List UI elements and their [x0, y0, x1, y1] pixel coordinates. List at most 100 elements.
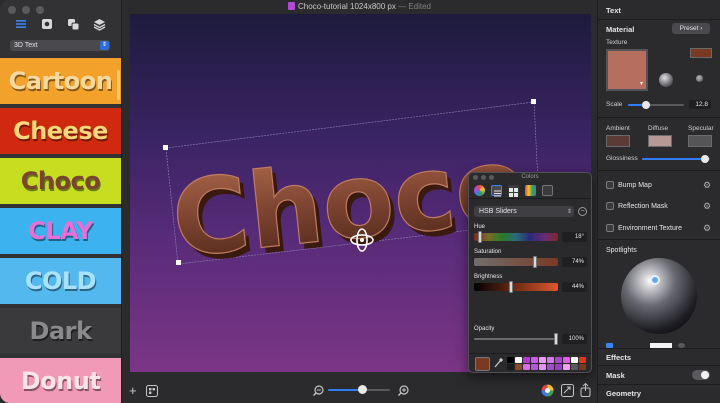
diffuse-color-swatch[interactable] [648, 135, 672, 147]
color-swatch[interactable] [563, 364, 570, 370]
colors-minimize-button[interactable] [481, 175, 486, 180]
spotlight-sphere[interactable] [621, 258, 697, 334]
zoom-out-icon[interactable] [313, 385, 324, 398]
eyedropper-icon[interactable] [494, 357, 504, 370]
style-tile-label: COLD [24, 267, 97, 295]
gear-icon[interactable]: ⚙ [703, 223, 711, 233]
pencils-tab-icon[interactable] [542, 185, 553, 196]
bump-map-checkbox[interactable] [606, 181, 614, 189]
color-swatch[interactable] [571, 364, 578, 370]
current-color-well[interactable] [475, 357, 490, 371]
brightness-slider[interactable] [474, 283, 558, 291]
preset-button[interactable]: Preset › [672, 23, 710, 34]
specular-label: Specular [688, 125, 714, 132]
colors-zoom-button[interactable] [489, 175, 494, 180]
scale-value-field[interactable]: 12.8 [689, 100, 711, 109]
style-tile[interactable]: Dark [0, 308, 121, 354]
scale-slider[interactable] [628, 101, 684, 109]
sliders-tab-icon[interactable] [491, 185, 502, 197]
color-swatch[interactable] [539, 364, 546, 370]
saturation-value-field[interactable]: 74% [562, 257, 587, 267]
color-swatch[interactable] [531, 364, 538, 370]
scale-slider-knob[interactable] [642, 101, 650, 109]
opacity-row: Opacity 100% [474, 326, 587, 345]
add-layer-button[interactable]: + [129, 384, 137, 397]
texture-well[interactable]: ▾ [606, 49, 648, 91]
environment-texture-row[interactable]: Environment Texture [606, 223, 682, 233]
gear-icon[interactable]: ⚙ [703, 201, 711, 211]
reflection-mask-row[interactable]: Reflection Mask [606, 201, 668, 211]
color-swatch[interactable] [547, 357, 554, 363]
color-wheel-tab-icon[interactable] [474, 185, 485, 196]
saturation-slider-knob[interactable] [533, 256, 537, 268]
spectrum-tab-icon[interactable] [525, 185, 536, 196]
reflection-mask-checkbox[interactable] [606, 202, 614, 210]
mask-toggle[interactable] [692, 370, 710, 380]
brightness-slider-knob[interactable] [509, 281, 513, 293]
color-wheel-icon[interactable] [541, 384, 554, 399]
glossiness-slider[interactable] [642, 155, 710, 163]
color-swatch[interactable] [571, 357, 578, 363]
color-swatch[interactable] [523, 357, 530, 363]
specular-color-swatch[interactable] [688, 135, 712, 147]
brightness-value-field[interactable]: 44% [562, 282, 587, 292]
minimize-window-button[interactable] [22, 6, 30, 14]
opacity-slider[interactable] [474, 338, 558, 340]
spotlight-handle[interactable] [650, 275, 660, 285]
color-mode-select[interactable]: HSB Sliders ⇕ [474, 206, 574, 217]
glossiness-slider-knob[interactable] [701, 155, 709, 163]
color-swatch[interactable] [547, 364, 554, 370]
style-tile[interactable]: Cheese [0, 108, 121, 154]
divider [598, 170, 720, 171]
saturation-slider[interactable] [474, 258, 558, 266]
color-swatch[interactable] [523, 364, 530, 370]
opacity-slider-knob[interactable] [554, 333, 558, 345]
title-bar: Choco-tutorial 1024x800 px — Edited [122, 0, 597, 14]
sidebar-scrollbar[interactable] [117, 70, 120, 100]
opacity-value-field[interactable]: 100% [562, 334, 587, 344]
hue-slider-knob[interactable] [478, 231, 482, 243]
color-swatch[interactable] [507, 357, 514, 363]
colors-close-button[interactable] [473, 175, 478, 180]
gear-icon[interactable] [40, 17, 54, 31]
selection-handle-tl[interactable] [163, 145, 168, 150]
share-icon[interactable] [580, 382, 591, 399]
texture-color-swatch[interactable] [690, 48, 712, 58]
remove-mode-button[interactable]: − [578, 207, 587, 216]
color-swatch[interactable] [555, 364, 562, 370]
hue-slider[interactable] [474, 233, 558, 241]
gear-icon[interactable]: ⚙ [703, 180, 711, 190]
layers-copy-icon[interactable] [66, 17, 80, 31]
color-swatch[interactable] [555, 357, 562, 363]
close-window-button[interactable] [8, 6, 16, 14]
style-tile[interactable]: Choco [0, 158, 121, 204]
color-swatch[interactable] [579, 364, 586, 370]
style-tile[interactable]: Cartoon [0, 58, 121, 104]
list-icon[interactable] [14, 17, 28, 31]
hue-value-field[interactable]: 18° [562, 232, 587, 242]
stack-icon[interactable] [92, 17, 106, 31]
color-swatch[interactable] [539, 357, 546, 363]
color-swatch[interactable] [507, 364, 514, 370]
color-swatch[interactable] [563, 357, 570, 363]
fit-canvas-icon[interactable] [561, 384, 574, 399]
palettes-tab-icon[interactable] [508, 185, 519, 197]
selection-handle-tr[interactable] [531, 99, 536, 104]
library-icon[interactable] [146, 385, 158, 399]
style-tile[interactable]: CLAY [0, 208, 121, 254]
bump-map-row[interactable]: Bump Map [606, 180, 652, 190]
environment-texture-checkbox[interactable] [606, 224, 614, 232]
color-swatch[interactable] [531, 357, 538, 363]
category-select[interactable]: 3D Text ⇕ [10, 40, 110, 51]
zoom-in-icon[interactable] [398, 385, 409, 398]
style-tile[interactable]: COLD [0, 258, 121, 304]
document-title: Choco-tutorial 1024x800 px [298, 2, 396, 11]
zoom-slider-knob[interactable] [358, 385, 367, 394]
zoom-slider[interactable] [328, 385, 390, 394]
color-swatch[interactable] [515, 357, 522, 363]
color-swatch[interactable] [579, 357, 586, 363]
zoom-window-button[interactable] [36, 6, 44, 14]
ambient-color-swatch[interactable] [606, 135, 630, 147]
style-tile[interactable]: Donut [0, 358, 121, 403]
color-swatch[interactable] [515, 364, 522, 370]
